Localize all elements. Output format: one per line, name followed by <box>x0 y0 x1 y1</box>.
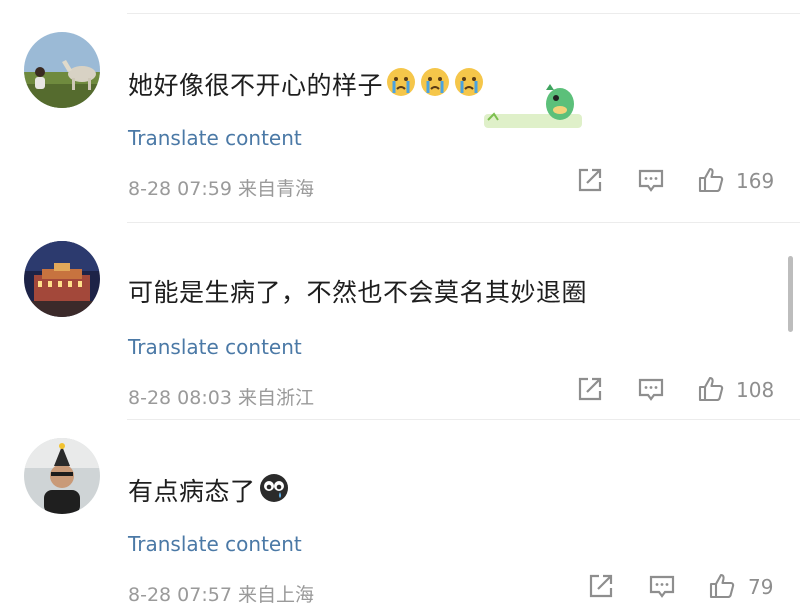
comment-text: 她好像很不开心的样子 <box>128 66 485 108</box>
thumbs-up-icon[interactable] <box>697 375 725 403</box>
crying-face-emoji-icon <box>385 66 417 108</box>
thumbs-up-icon[interactable] <box>708 572 736 600</box>
comment-item: 有点病态了 Translate content 8-28 07:57 来自上海 … <box>0 414 800 612</box>
comment-text: 可能是生病了，不然也不会莫名其妙退圈 <box>128 278 588 307</box>
share-icon[interactable] <box>576 375 604 403</box>
comment-icon[interactable] <box>648 572 676 600</box>
translate-link[interactable]: Translate content <box>128 532 302 556</box>
thumbs-up-icon[interactable] <box>697 166 725 194</box>
share-icon[interactable] <box>576 166 604 194</box>
avatar[interactable] <box>24 438 100 514</box>
like-count: 79 <box>748 575 774 599</box>
like-count: 169 <box>736 169 775 193</box>
translate-link[interactable]: Translate content <box>128 335 302 359</box>
comment-icon[interactable] <box>637 375 665 403</box>
translate-link[interactable]: Translate content <box>128 126 302 150</box>
comment-actions: 79 <box>0 572 800 612</box>
comment-item: 她好像很不开心的样子 Translate content 8-28 07:59 … <box>0 8 800 206</box>
comment-text: 有点病态了 <box>128 472 290 514</box>
comment-actions: 169 <box>0 166 800 206</box>
dinosaur-sticker-icon <box>484 74 582 134</box>
comment-actions: 108 <box>0 375 800 415</box>
scrollbar[interactable] <box>788 256 793 332</box>
crying-face-emoji-icon <box>453 66 485 108</box>
crying-face-emoji-icon <box>419 66 451 108</box>
like-count: 108 <box>736 378 775 402</box>
comment-item: 可能是生病了，不然也不会莫名其妙退圈 Translate content 8-2… <box>0 217 800 415</box>
sad-face-emoji-icon <box>258 472 290 514</box>
avatar[interactable] <box>24 241 100 317</box>
comment-icon[interactable] <box>637 166 665 194</box>
avatar[interactable] <box>24 32 100 108</box>
share-icon[interactable] <box>587 572 615 600</box>
